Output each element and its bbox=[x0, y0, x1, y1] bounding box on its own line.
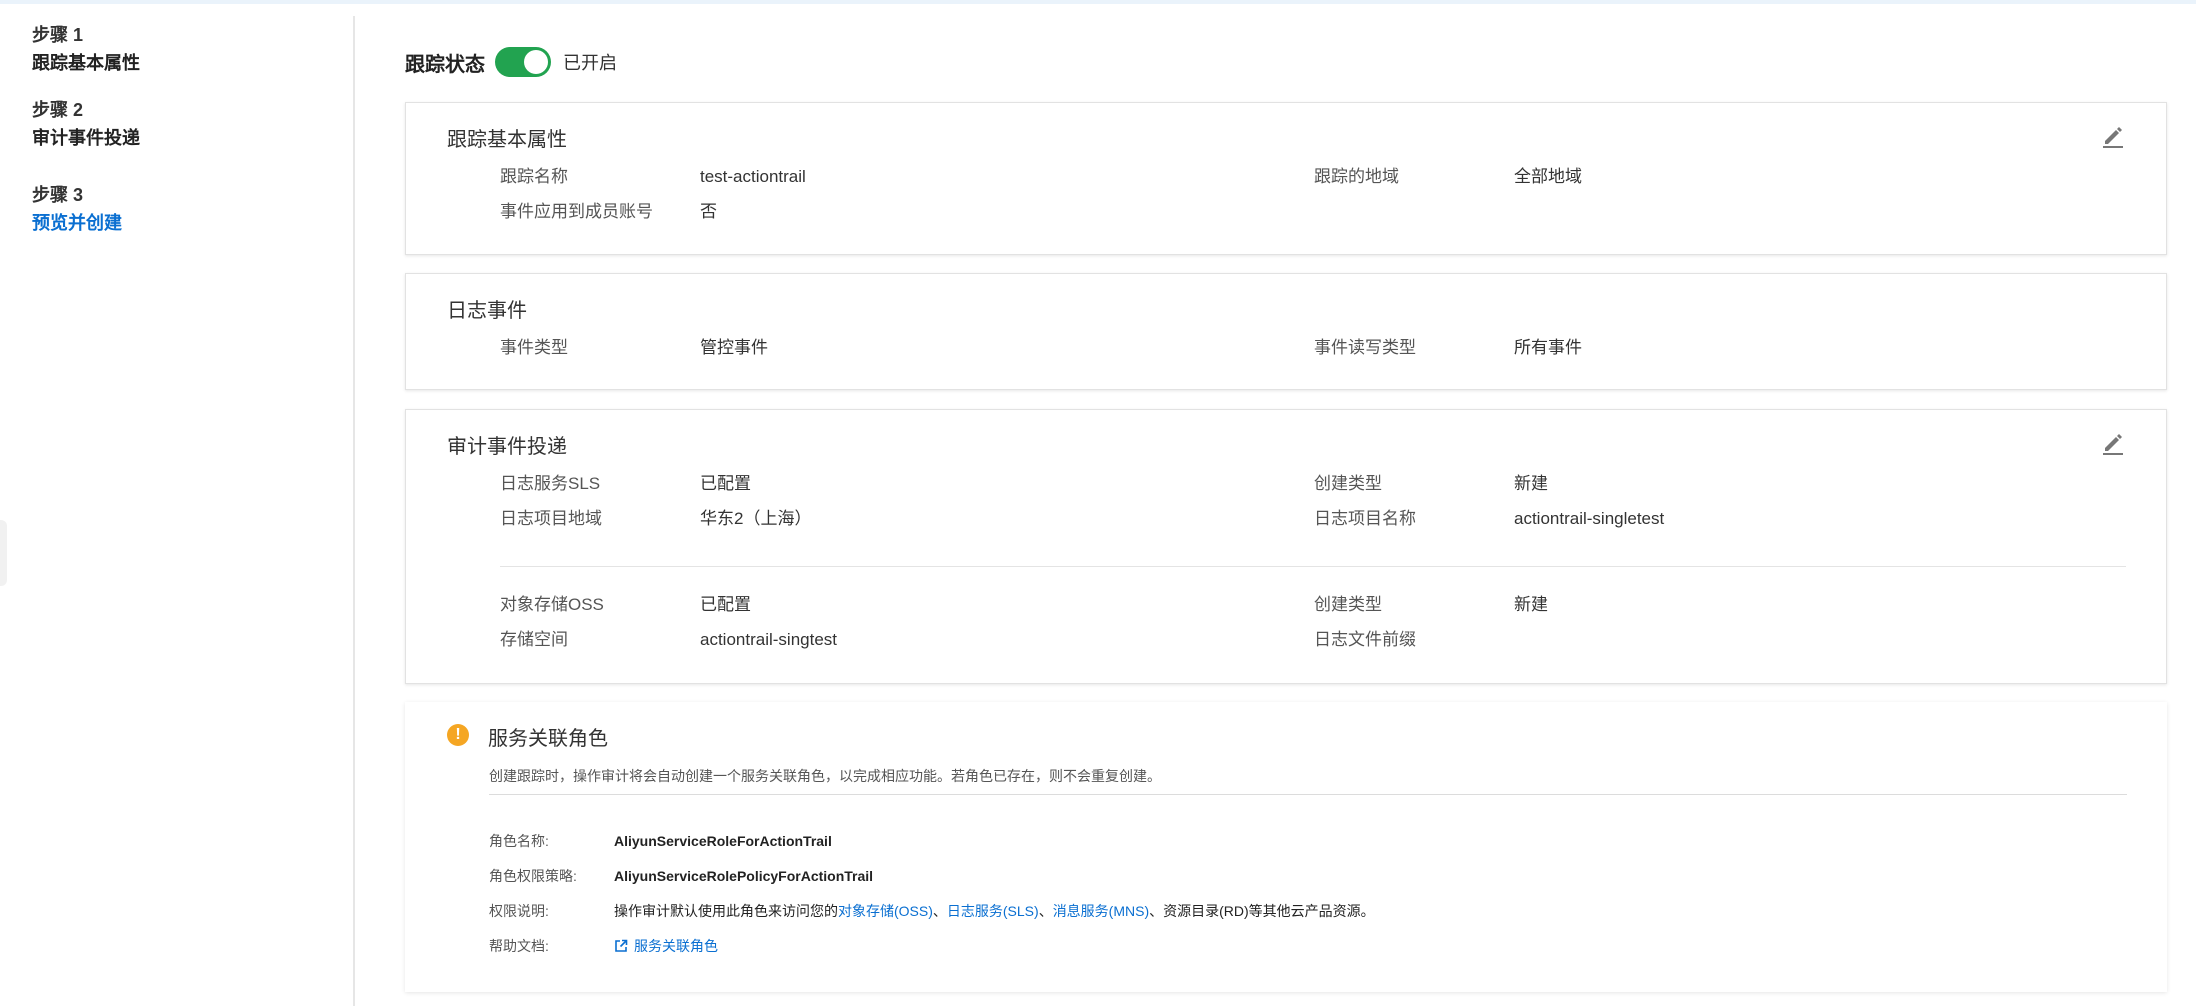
tracking-status: 跟踪状态 已开启 bbox=[405, 44, 617, 80]
apply-members-label: 事件应用到成员账号 bbox=[500, 202, 653, 221]
service-role-divider bbox=[489, 794, 2127, 795]
oss-prefix-label: 日志文件前缀 bbox=[1314, 630, 1416, 649]
role-policy-value: AliyunServiceRolePolicyForActionTrail bbox=[614, 868, 874, 884]
event-rw-label: 事件读写类型 bbox=[1314, 338, 1416, 357]
step-2-number: 步骤 2 bbox=[32, 100, 84, 120]
sidebar-divider bbox=[353, 16, 355, 1006]
permission-sep-1: 、 bbox=[932, 903, 947, 919]
oss-value: 已配置 bbox=[700, 595, 751, 614]
oss-bucket-value: actiontrail-singtest bbox=[700, 630, 838, 649]
event-rw-value: 所有事件 bbox=[1514, 338, 1582, 357]
sls-create-type-label: 创建类型 bbox=[1314, 474, 1382, 493]
event-type-value: 管控事件 bbox=[700, 338, 768, 357]
sls-region-label: 日志项目地域 bbox=[500, 509, 602, 528]
pencil-icon bbox=[2103, 434, 2123, 455]
tracking-state-text: 已开启 bbox=[563, 53, 617, 73]
edit-basic-button[interactable] bbox=[2100, 123, 2126, 149]
edit-delivery-button[interactable] bbox=[2100, 430, 2126, 456]
apply-members-value: 否 bbox=[700, 202, 717, 221]
external-link-icon bbox=[614, 938, 628, 958]
permission-sep-2: 、 bbox=[1038, 903, 1053, 919]
log-events-card: 日志事件 事件类型 管控事件 事件读写类型 所有事件 bbox=[405, 273, 2167, 390]
tracking-toggle[interactable] bbox=[495, 47, 551, 77]
oss-bucket-label: 存储空间 bbox=[500, 630, 568, 649]
trail-region-label: 跟踪的地域 bbox=[1314, 167, 1399, 186]
step-2-title: 审计事件投递 bbox=[32, 128, 140, 148]
delivery-title: 审计事件投递 bbox=[447, 436, 567, 458]
trail-name-value: test-actiontrail bbox=[700, 167, 806, 186]
step-3[interactable]: 步骤 3 预览并创建 bbox=[32, 182, 122, 238]
step-2[interactable]: 步骤 2 审计事件投递 bbox=[32, 97, 140, 153]
step-1[interactable]: 步骤 1 跟踪基本属性 bbox=[32, 22, 140, 78]
tracking-status-label: 跟踪状态 bbox=[405, 53, 485, 76]
oss-label: 对象存储OSS bbox=[500, 595, 604, 614]
role-name-label: 角色名称: bbox=[489, 833, 549, 849]
role-policy-label: 角色权限策略: bbox=[489, 868, 577, 884]
step-3-number: 步骤 3 bbox=[32, 185, 84, 205]
sls-region-value: 华东2（上海） bbox=[700, 509, 812, 528]
delivery-card: 审计事件投递 日志服务SLS 已配置 创建类型 新建 日志项目地域 华东2（上海… bbox=[405, 409, 2167, 684]
role-name-value: AliyunServiceRoleForActionTrail bbox=[614, 833, 832, 849]
oss-create-type-value: 新建 bbox=[1514, 595, 1548, 614]
pencil-icon bbox=[2103, 127, 2123, 148]
event-type-label: 事件类型 bbox=[500, 338, 568, 357]
permission-prefix: 操作审计默认使用此角色来访问您的 bbox=[614, 903, 838, 919]
sls-project-label: 日志项目名称 bbox=[1314, 509, 1416, 528]
basic-properties-card: 跟踪基本属性 跟踪名称 test-actiontrail 跟踪的地域 全部地域 … bbox=[405, 102, 2167, 255]
log-events-title: 日志事件 bbox=[447, 300, 527, 322]
toggle-knob bbox=[524, 50, 548, 74]
side-collapse-handle[interactable] bbox=[0, 520, 7, 586]
sls-label: 日志服务SLS bbox=[500, 474, 601, 493]
delivery-divider bbox=[500, 566, 2126, 567]
help-doc-link[interactable]: 服务关联角色 bbox=[634, 938, 718, 954]
trail-region-value: 全部地域 bbox=[1514, 167, 1582, 186]
oss-create-type-label: 创建类型 bbox=[1314, 595, 1382, 614]
service-role-title: 服务关联角色 bbox=[488, 728, 608, 750]
service-role-description: 创建跟踪时，操作审计将会自动创建一个服务关联角色，以完成相应功能。若角色已存在，… bbox=[489, 768, 1161, 784]
trail-name-label: 跟踪名称 bbox=[500, 167, 568, 186]
mns-link[interactable]: 消息服务(MNS) bbox=[1053, 903, 1149, 919]
help-doc-link-wrap[interactable]: 服务关联角色 bbox=[614, 936, 718, 958]
top-accent-line bbox=[0, 0, 2196, 4]
warning-icon: ! bbox=[447, 724, 469, 746]
help-doc-label: 帮助文档: bbox=[489, 938, 549, 954]
sls-project-value: actiontrail-singletest bbox=[1514, 509, 1665, 528]
permission-suffix: 、资源目录(RD)等其他云产品资源。 bbox=[1149, 903, 1375, 919]
sls-create-type-value: 新建 bbox=[1514, 474, 1548, 493]
step-1-title: 跟踪基本属性 bbox=[32, 53, 140, 73]
sls-value: 已配置 bbox=[700, 474, 751, 493]
step-3-title: 预览并创建 bbox=[32, 213, 122, 233]
step-1-number: 步骤 1 bbox=[32, 25, 84, 45]
oss-link[interactable]: 对象存储(OSS) bbox=[838, 903, 933, 919]
sls-link[interactable]: 日志服务(SLS) bbox=[947, 903, 1039, 919]
basic-properties-title: 跟踪基本属性 bbox=[447, 129, 567, 151]
service-role-card: ! 服务关联角色 创建跟踪时，操作审计将会自动创建一个服务关联角色，以完成相应功… bbox=[405, 702, 2167, 992]
permission-label: 权限说明: bbox=[489, 903, 549, 919]
permission-description: 操作审计默认使用此角色来访问您的对象存储(OSS)、日志服务(SLS)、消息服务… bbox=[614, 901, 1375, 921]
